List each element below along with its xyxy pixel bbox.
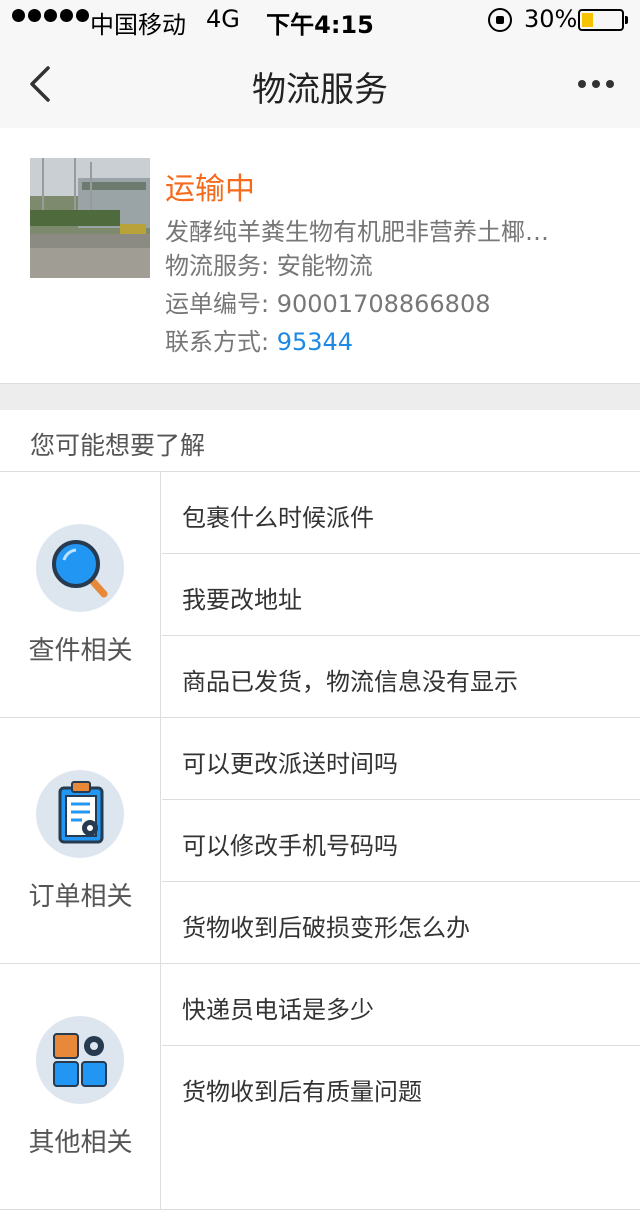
more-button[interactable] xyxy=(570,62,622,106)
faq-category-tracking[interactable]: 查件相关 xyxy=(0,472,161,718)
carrier-label: 物流服务: xyxy=(165,252,277,280)
faq-section-header: 您可能想要了解 xyxy=(0,410,640,472)
faq-item-text: 可以更改派送时间吗 xyxy=(182,750,398,778)
carrier-value: 安能物流 xyxy=(276,252,373,280)
faq-category-order[interactable]: 订单相关 xyxy=(0,718,161,964)
faq-item-text: 货物收到后有质量问题 xyxy=(182,1078,422,1106)
faq-item[interactable]: 我要改地址 xyxy=(162,554,640,636)
waybill-value: 90001708866808 xyxy=(276,290,491,318)
faq-item[interactable]: 可以更改派送时间吗 xyxy=(162,718,640,800)
faq-item-text: 可以修改手机号码吗 xyxy=(182,832,398,860)
rotation-lock-icon xyxy=(488,8,512,32)
apps-gear-icon xyxy=(36,1016,124,1104)
faq-category-label: 其他相关 xyxy=(28,1128,133,1158)
battery-icon xyxy=(578,9,628,31)
more-dots-icon xyxy=(578,80,614,88)
faq-group-tracking: 查件相关 包裹什么时候派件 我要改地址 商品已发货，物流信息没有显示 xyxy=(0,472,640,718)
battery-percent: 30% xyxy=(524,5,578,33)
shipment-card[interactable]: 运输中 发酵纯羊粪生物有机肥非营养土椰… 物流服务: 安能物流 运单编号: 90… xyxy=(0,128,640,384)
product-thumbnail xyxy=(30,158,150,278)
faq-item-text: 商品已发货，物流信息没有显示 xyxy=(182,668,518,696)
faq-item-text: 我要改地址 xyxy=(182,586,302,614)
page-title: 物流服务 xyxy=(252,70,388,110)
contact-label: 联系方式: xyxy=(165,328,277,356)
waybill-label: 运单编号: xyxy=(165,290,277,318)
faq-category-other[interactable]: 其他相关 xyxy=(0,964,161,1210)
faq-item-text: 货物收到后破损变形怎么办 xyxy=(182,914,470,942)
faq-item[interactable]: 快递员电话是多少 xyxy=(162,964,640,1046)
contact-phone-link[interactable]: 95344 xyxy=(277,328,353,356)
faq-item-text: 快递员电话是多少 xyxy=(182,996,374,1024)
faq-item[interactable]: 商品已发货，物流信息没有显示 xyxy=(162,636,640,718)
faq-item[interactable]: 货物收到后有质量问题 xyxy=(162,1046,640,1128)
waybill-number: 运单编号: 90001708866808 xyxy=(165,284,491,319)
shipment-status: 运输中 xyxy=(165,172,255,207)
faq-group-other: 其他相关 快递员电话是多少 货物收到后有质量问题 xyxy=(0,964,640,1210)
status-bar: 中国移动 4G 下午4:15 30% xyxy=(0,0,640,40)
navigation-bar: 物流服务 xyxy=(0,40,640,128)
logistics-carrier: 物流服务: 安能物流 xyxy=(165,246,373,281)
faq-category-label: 订单相关 xyxy=(28,882,133,912)
faq-item-text: 包裹什么时候派件 xyxy=(182,504,374,532)
magnifier-icon xyxy=(36,524,124,612)
battery-level xyxy=(582,13,594,27)
product-photo xyxy=(30,158,150,278)
faq-item[interactable]: 货物收到后破损变形怎么办 xyxy=(162,882,640,964)
faq-group-order: 订单相关 可以更改派送时间吗 可以修改手机号码吗 货物收到后破损变形怎么办 xyxy=(0,718,640,964)
contact-info: 联系方式: 95344 xyxy=(165,322,353,357)
clipboard-gear-icon xyxy=(36,770,124,858)
faq-header-text: 您可能想要了解 xyxy=(30,431,206,460)
faq-category-label: 查件相关 xyxy=(28,636,133,666)
faq-item[interactable]: 包裹什么时候派件 xyxy=(162,472,640,554)
product-name: 发酵纯羊粪生物有机肥非营养土椰… xyxy=(165,218,549,246)
faq-item[interactable]: 可以修改手机号码吗 xyxy=(162,800,640,882)
